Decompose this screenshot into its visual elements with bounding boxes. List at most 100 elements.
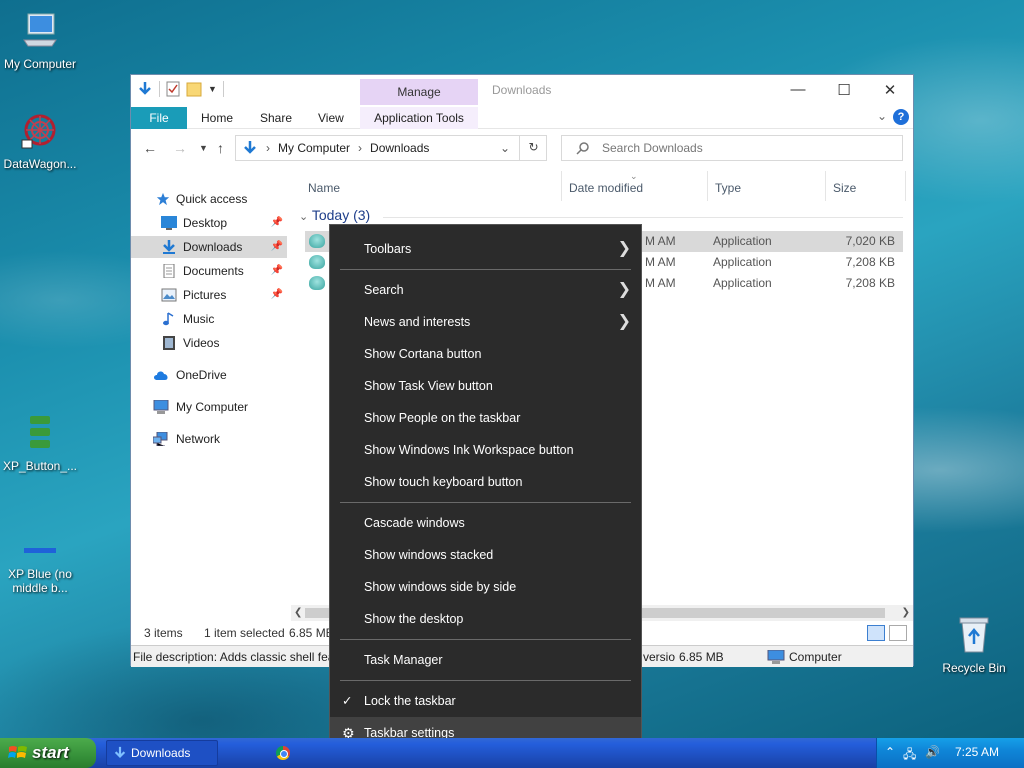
scroll-left-icon[interactable]: ❮ [294, 605, 302, 621]
cell-type: Application [713, 234, 772, 248]
desktop-icon [161, 216, 177, 230]
search-input[interactable]: Search Downloads [561, 135, 903, 161]
menu-item-label: Search [364, 283, 404, 297]
nav-item-downloads[interactable]: Downloads 📌 [131, 236, 287, 258]
xp-button-icon [30, 416, 50, 448]
properties-icon[interactable] [166, 81, 180, 97]
nav-item-videos[interactable]: Videos [131, 332, 287, 354]
taskbar-context-menu: Toolbars ❯ Search ❯ News and interests ❯… [329, 224, 642, 758]
breadcrumb-separator-icon: › [266, 141, 270, 155]
tab-view[interactable]: View [306, 107, 356, 129]
address-bar[interactable]: › My Computer › Downloads ⌄ [235, 135, 547, 161]
address-dropdown-icon[interactable]: ⌄ [500, 141, 510, 155]
menu-item-label: Show windows side by side [364, 580, 517, 594]
cell-size: 7,208 KB [845, 276, 895, 290]
computer-icon [767, 650, 785, 664]
taskbar-window-downloads[interactable]: Downloads [106, 740, 218, 766]
column-header-date-modified[interactable]: Date modified [569, 181, 643, 195]
network-icon[interactable]: 🖧 [903, 745, 916, 766]
menu-item-show-windows-stacked[interactable]: Show windows stacked [330, 539, 641, 571]
nav-item-desktop[interactable]: Desktop 📌 [131, 212, 287, 234]
nav-item-network[interactable]: Network [131, 428, 287, 450]
details-view-icon[interactable] [867, 625, 885, 641]
scroll-right-icon[interactable]: ❯ [902, 605, 910, 621]
ribbon-expand-icon[interactable]: ⌄ [877, 109, 887, 123]
tab-file[interactable]: File [131, 107, 187, 129]
taskbar-window-label: Downloads [131, 746, 191, 760]
checkmark-icon: ✓ [342, 694, 353, 708]
menu-item-show-the-desktop[interactable]: Show the desktop [330, 603, 641, 635]
desktop-icon-my-computer[interactable]: My Computer [0, 10, 80, 71]
back-arrow-icon[interactable]: ← [143, 140, 157, 156]
nav-item-onedrive[interactable]: OneDrive [131, 364, 287, 386]
menu-item-show-cortana-button[interactable]: Show Cortana button [330, 338, 641, 370]
nav-item-pictures[interactable]: Pictures 📌 [131, 284, 287, 306]
large-icons-view-icon[interactable] [889, 625, 907, 641]
menu-item-task-manager[interactable]: Task Manager [330, 644, 641, 676]
refresh-button[interactable]: ↻ [519, 135, 547, 161]
tab-home[interactable]: Home [189, 107, 245, 129]
menu-item-show-people[interactable]: Show People on the taskbar [330, 402, 641, 434]
group-header-today[interactable]: ⌄ Today (3) [299, 207, 370, 223]
help-icon[interactable]: ? [893, 109, 909, 125]
recent-locations-icon[interactable]: ▼ [199, 143, 208, 153]
download-arrow-icon [244, 141, 256, 154]
nav-item-music[interactable]: Music [131, 308, 287, 330]
desktop-icon-recycle-bin[interactable]: Recycle Bin [934, 614, 1014, 675]
up-arrow-icon[interactable]: ↑ [217, 140, 224, 156]
toolbar-separator [159, 81, 160, 97]
menu-item-show-touch-keyboard[interactable]: Show touch keyboard button [330, 466, 641, 498]
file-size: 6.85 MB [679, 650, 724, 664]
zone-computer: Computer [789, 650, 842, 664]
menu-item-label: Cascade windows [364, 516, 465, 530]
maximize-button[interactable]: ☐ [821, 81, 867, 99]
menu-item-news-and-interests[interactable]: News and interests ❯ [330, 306, 641, 338]
start-button[interactable]: start [0, 738, 96, 768]
network-icon [153, 432, 168, 446]
tab-application-tools[interactable]: Application Tools [360, 107, 478, 129]
tab-share[interactable]: Share [248, 107, 304, 129]
nav-item-quick-access[interactable]: Quick access [131, 188, 287, 210]
menu-item-toolbars[interactable]: Toolbars ❯ [330, 233, 641, 265]
close-button[interactable]: ✕ [867, 81, 913, 99]
nav-item-label: Music [183, 312, 215, 326]
volume-icon[interactable]: 🔊 [925, 745, 940, 759]
column-header-name[interactable]: Name [308, 181, 340, 195]
quick-access-toolbar: ▼ [137, 81, 224, 97]
nav-item-my-computer[interactable]: My Computer [131, 396, 287, 418]
download-arrow-icon[interactable] [137, 81, 153, 97]
minimize-button[interactable]: — [775, 81, 821, 98]
nav-item-label: Videos [183, 336, 220, 350]
menu-item-search[interactable]: Search ❯ [330, 274, 641, 306]
menu-item-label: Show Task View button [364, 379, 493, 393]
desktop-icon-label: XP_Button_... [2, 459, 78, 473]
forward-arrow-icon[interactable]: → [173, 140, 187, 156]
menu-item-lock-the-taskbar[interactable]: ✓ Lock the taskbar [330, 685, 641, 717]
desktop-icon-xp-blue[interactable]: XP Blue (no middle b... [0, 540, 80, 595]
taskbar[interactable]: start Downloads ⌃ 🖧 🔊 7:25 AM [0, 738, 1024, 768]
new-folder-icon[interactable] [186, 81, 202, 97]
column-separator [707, 171, 708, 201]
cell-size: 7,208 KB [845, 255, 895, 269]
videos-icon [163, 336, 175, 350]
menu-item-show-task-view-button[interactable]: Show Task View button [330, 370, 641, 402]
breadcrumb-separator-icon: › [358, 141, 363, 155]
clock[interactable]: 7:25 AM [955, 745, 999, 759]
status-size: 6.85 MB [289, 626, 334, 640]
menu-item-show-windows-side-by-side[interactable]: Show windows side by side [330, 571, 641, 603]
nav-item-label: Quick access [176, 192, 248, 206]
computer-icon [23, 13, 57, 47]
column-header-size[interactable]: Size [833, 181, 856, 195]
menu-item-label: Show Windows Ink Workspace button [364, 443, 574, 457]
customize-toolbar-icon[interactable]: ▼ [208, 84, 217, 94]
desktop-icon-datawagon[interactable]: DataWagon... [0, 110, 80, 171]
menu-item-show-ink-workspace[interactable]: Show Windows Ink Workspace button [330, 434, 641, 466]
chrome-icon[interactable] [276, 746, 290, 760]
menu-item-cascade-windows[interactable]: Cascade windows [330, 507, 641, 539]
column-header-type[interactable]: Type [715, 181, 741, 195]
nav-item-documents[interactable]: Documents 📌 [131, 260, 287, 282]
breadcrumb-downloads[interactable]: Downloads [370, 141, 429, 155]
breadcrumb-my-computer[interactable]: My Computer [278, 141, 350, 155]
show-hidden-icons-icon[interactable]: ⌃ [885, 745, 895, 759]
desktop-icon-xp-button[interactable]: XP_Button_... [0, 412, 80, 473]
